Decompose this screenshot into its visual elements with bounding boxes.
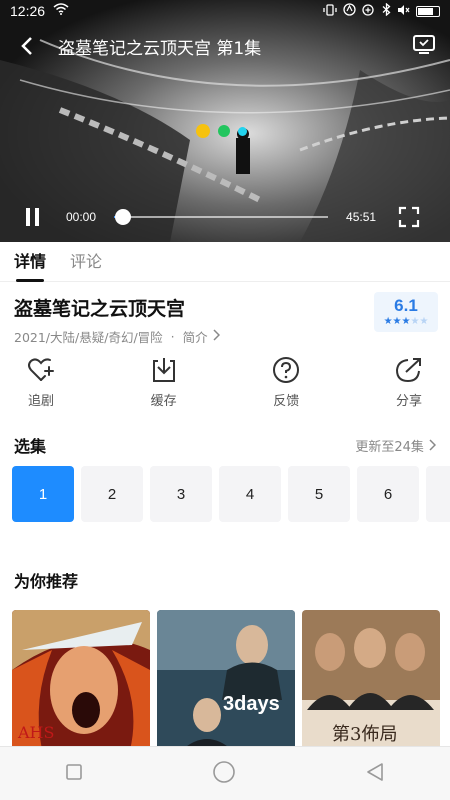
progress-bar[interactable] bbox=[114, 209, 329, 225]
mute-icon bbox=[397, 4, 410, 19]
loading-indicator bbox=[196, 124, 247, 138]
poster-text: 3days bbox=[223, 693, 280, 715]
home-icon[interactable] bbox=[212, 760, 236, 788]
chevron-right-icon bbox=[212, 329, 220, 344]
show-meta-text: 2021/大陆/悬疑/奇幻/冒险 bbox=[14, 330, 163, 345]
share-label: 分享 bbox=[395, 394, 422, 409]
total-time: 45:51 bbox=[346, 210, 377, 224]
signal-icon bbox=[362, 3, 376, 19]
vibrate-icon bbox=[323, 3, 337, 19]
episodes-header: 选集 更新至24集 bbox=[14, 434, 437, 456]
episodes-title: 选集 bbox=[14, 437, 47, 456]
recommend-poster[interactable]: AHS bbox=[12, 610, 150, 750]
download-label: 缓存 bbox=[150, 394, 177, 409]
episode-button[interactable]: 2 bbox=[81, 466, 143, 522]
question-icon bbox=[273, 357, 300, 383]
status-time: 12:26 bbox=[10, 3, 46, 19]
recommend-title: 为你推荐 bbox=[14, 572, 79, 591]
follow-label: 追剧 bbox=[27, 394, 54, 409]
episode-button[interactable] bbox=[426, 466, 450, 522]
tab-details[interactable]: 详情 bbox=[14, 242, 46, 282]
star-filled-icon: ★ bbox=[383, 316, 393, 327]
tv-cast-icon[interactable] bbox=[412, 33, 436, 59]
download-icon bbox=[152, 358, 175, 382]
feedback-button[interactable]: 反馈 bbox=[257, 356, 315, 416]
loading-dot bbox=[218, 125, 230, 137]
tab-comments[interactable]: 评论 bbox=[70, 242, 102, 282]
rating-badge: 6.1 ★★★★★ bbox=[374, 292, 438, 332]
video-player[interactable]: 盗墓笔记之云顶天宫 第1集 00:00 45:51 bbox=[0, 0, 450, 242]
rating-score: 6.1 bbox=[394, 296, 418, 315]
episode-button[interactable]: 5 bbox=[288, 466, 350, 522]
feedback-label: 反馈 bbox=[273, 394, 300, 409]
recommend-poster[interactable]: 3days bbox=[157, 610, 295, 750]
star-empty-icon: ★ bbox=[419, 316, 429, 327]
episodes-update-link[interactable]: 更新至24集 bbox=[355, 436, 437, 455]
poster-text: 第3佈局 bbox=[332, 724, 397, 745]
action-bar: 追剧 缓存 反馈 分享 bbox=[0, 356, 450, 416]
loading-dot bbox=[238, 126, 247, 136]
episode-button[interactable]: 6 bbox=[357, 466, 419, 522]
fullscreen-icon[interactable] bbox=[398, 206, 420, 228]
recommend-list: AHS 3days 第3佈局 bbox=[12, 610, 450, 750]
episode-button[interactable]: 3 bbox=[150, 466, 212, 522]
video-title: 盗墓笔记之云顶天宫 第1集 bbox=[58, 38, 262, 59]
episode-button[interactable]: 1 bbox=[12, 466, 74, 522]
back-icon[interactable] bbox=[14, 33, 40, 59]
show-title: 盗墓笔记之云顶天宫 bbox=[14, 298, 186, 320]
poster-image: 3days bbox=[157, 610, 295, 750]
current-time: 00:00 bbox=[66, 210, 97, 224]
share-button[interactable]: 分享 bbox=[380, 356, 438, 416]
show-info: 盗墓笔记之云顶天宫 2021/大陆/悬疑/奇幻/冒险 · 简介 6.1 ★★★★… bbox=[0, 290, 450, 345]
system-nav-bar bbox=[0, 746, 450, 800]
star-filled-icon: ★ bbox=[392, 316, 402, 327]
share-icon bbox=[395, 358, 421, 383]
rating-stars: ★★★★★ bbox=[374, 316, 438, 327]
episode-list: 1 2 3 4 5 6 bbox=[12, 466, 450, 522]
bluetooth-icon bbox=[382, 2, 391, 19]
pause-icon[interactable] bbox=[20, 205, 44, 229]
download-button[interactable]: 缓存 bbox=[135, 356, 193, 416]
alarm-icon bbox=[343, 3, 356, 19]
poster-text: AHS bbox=[17, 723, 54, 742]
poster-image: 第3佈局 bbox=[302, 610, 440, 750]
separator-dot: · bbox=[170, 329, 175, 344]
content-tabs: 详情 评论 bbox=[0, 242, 450, 282]
episodes-update-text: 更新至24集 bbox=[355, 439, 424, 455]
intro-link[interactable]: 简介 bbox=[183, 327, 208, 346]
heart-plus-icon bbox=[28, 358, 54, 381]
battery-icon bbox=[416, 5, 440, 17]
chevron-right-icon bbox=[428, 438, 437, 455]
recommend-poster[interactable]: 第3佈局 bbox=[302, 610, 440, 750]
status-bar: 12:26 bbox=[0, 0, 450, 22]
progress-knob[interactable] bbox=[114, 209, 131, 225]
wifi-icon bbox=[53, 3, 69, 19]
follow-button[interactable]: 追剧 bbox=[12, 356, 70, 416]
loading-dot bbox=[196, 124, 210, 138]
poster-image: AHS bbox=[12, 610, 150, 750]
show-meta: 2021/大陆/悬疑/奇幻/冒险 · 简介 bbox=[14, 327, 436, 346]
recent-apps-icon[interactable] bbox=[64, 762, 84, 786]
episode-button[interactable]: 4 bbox=[219, 466, 281, 522]
back-nav-icon[interactable] bbox=[364, 761, 386, 787]
